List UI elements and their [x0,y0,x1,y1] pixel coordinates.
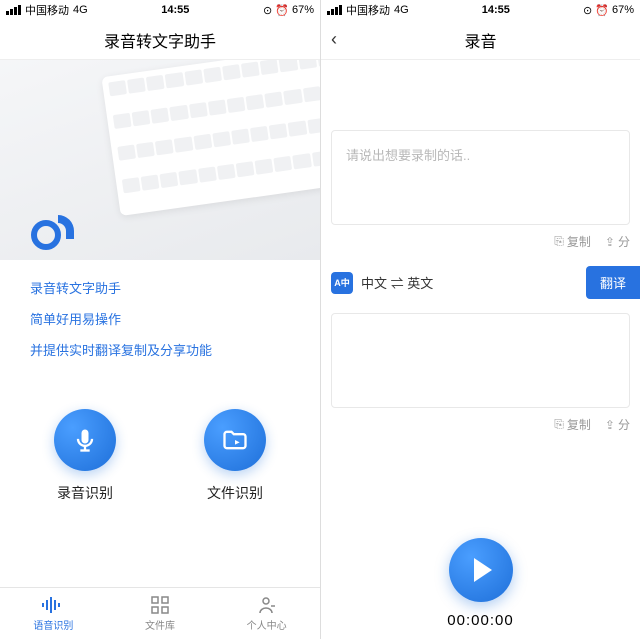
status-bar: 中国移动 4G 14:55 ⊙ ⏰ 67% [0,0,320,20]
swap-icon: ⇌ [391,276,404,291]
alarm-icon: ⊙ ⏰ [583,4,609,17]
record-label: 录音识别 [57,483,113,503]
nav-bar: ‹ 录音 [321,20,640,60]
translate-button[interactable]: 翻译 [586,266,640,299]
tab-files-label: 文件库 [145,617,175,632]
status-bar: 中国移动 4G 14:55 ⊙ ⏰ 67% [321,0,640,20]
battery-label: 67% [612,4,634,16]
screen-record: 中国移动 4G 14:55 ⊙ ⏰ 67% ‹ 录音 请说出想要录制的话.. ⎘… [320,0,640,639]
signal-icon [6,5,21,15]
alarm-icon: ⊙ ⏰ [263,4,289,17]
copy-button[interactable]: ⎘ 复制 [554,233,591,250]
file-recognition-button[interactable]: 文件识别 [204,409,266,503]
back-button[interactable]: ‹ [331,29,337,50]
tab-files[interactable]: 文件库 [107,588,214,639]
play-controls: 00:00:00 [321,538,640,629]
copy-button[interactable]: ⎘ 复制 [554,416,591,433]
record-recognition-button[interactable]: 录音识别 [54,409,116,503]
status-time: 14:55 [409,4,583,16]
voice-wave-icon [42,595,64,615]
tool-row-top: ⎘ 复制 ⇪ 分 [321,225,640,258]
language-selector[interactable]: 中文 ⇌ 英文 [361,273,578,292]
tab-voice[interactable]: 语音识别 [0,588,107,639]
file-label: 文件识别 [207,483,263,503]
tab-bar: 语音识别 文件库 个人中心 [0,587,320,639]
page-title: 录音转文字助手 [104,28,216,52]
promo-line3: 并提供实时翻译复制及分享功能 [30,340,290,359]
microphone-icon [54,409,116,471]
main-actions: 录音识别 文件识别 [0,389,320,533]
translation-output [331,313,630,408]
hero-banner [0,60,320,260]
tool-row-bottom: ⎘ 复制 ⇪ 分 [321,408,640,441]
play-icon [474,558,492,582]
promo-text: 录音转文字助手 简单好用易操作 并提供实时翻译复制及分享功能 [0,260,320,389]
promo-line1: 录音转文字助手 [30,278,290,297]
network-label: 4G [394,4,409,16]
timer-display: 00:00:00 [447,612,513,629]
grid-icon [151,595,169,615]
share-button[interactable]: ⇪ 分 [605,416,630,433]
tab-profile[interactable]: 个人中心 [213,588,320,639]
play-button[interactable] [449,538,513,602]
status-time: 14:55 [88,4,263,16]
promo-line2: 简单好用易操作 [30,309,290,328]
language-row: A中 中文 ⇌ 英文 翻译 [321,258,640,307]
signal-icon [327,5,342,15]
person-icon [258,595,276,615]
tab-voice-label: 语音识别 [33,617,73,632]
screen-home: 中国移动 4G 14:55 ⊙ ⏰ 67% 录音转文字助手 录音转文字助手 简单… [0,0,320,639]
tab-profile-label: 个人中心 [247,617,287,632]
folder-icon [204,409,266,471]
carrier-label: 中国移动 [25,2,69,18]
nav-bar: 录音转文字助手 [0,20,320,60]
page-title: 录音 [464,28,496,52]
keyboard-graphic [101,60,320,216]
share-button[interactable]: ⇪ 分 [605,233,630,250]
network-label: 4G [73,4,88,16]
app-logo-icon [28,205,86,253]
battery-label: 67% [292,4,314,16]
transcript-input[interactable]: 请说出想要录制的话.. [331,130,630,225]
translate-badge-icon: A中 [331,272,353,294]
carrier-label: 中国移动 [346,2,390,18]
